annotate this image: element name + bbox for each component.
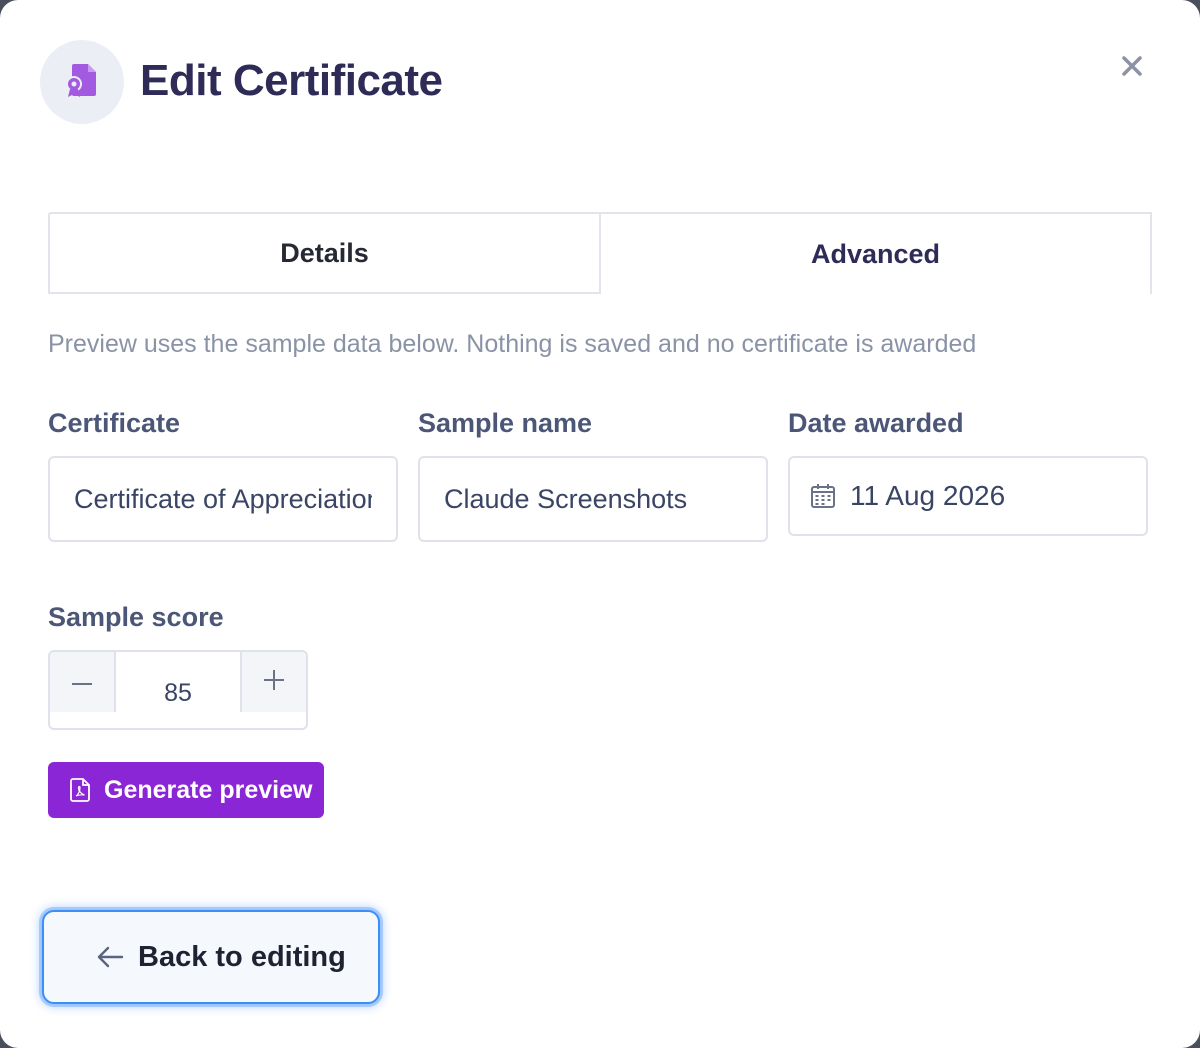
tab-bar: Details Advanced xyxy=(48,212,1152,294)
generate-preview-button[interactable]: Generate preview xyxy=(48,762,324,818)
certificate-input-value: Certificate of Appreciation xyxy=(74,483,372,514)
certificate-input[interactable]: Certificate of Appreciation xyxy=(48,456,398,542)
preview-hint-text: Preview uses the sample data below. Noth… xyxy=(48,330,977,358)
sample-name-input-value: Claude Screenshots xyxy=(444,483,688,514)
date-awarded-value: 11 Aug 2026 xyxy=(850,480,1006,511)
date-awarded-input[interactable]: 11 Aug 2026 xyxy=(788,456,1148,536)
edit-certificate-dialog: Edit Certificate Details Advanced Previe… xyxy=(0,0,1200,1048)
decrement-button[interactable] xyxy=(50,652,116,712)
pdf-file-icon xyxy=(70,778,90,802)
sample-name-input[interactable]: Claude Screenshots xyxy=(418,456,768,542)
date-awarded-label: Date awarded xyxy=(788,408,964,438)
sample-score-label: Sample score xyxy=(48,602,224,632)
sample-name-label: Sample name xyxy=(418,408,593,438)
close-button[interactable] xyxy=(1114,50,1150,86)
sample-score-stepper: 85 xyxy=(48,650,308,730)
tab-details[interactable]: Details xyxy=(48,212,601,294)
increment-button[interactable] xyxy=(240,652,306,712)
back-to-editing-button[interactable]: Back to editing xyxy=(42,910,380,1004)
minus-icon xyxy=(71,673,93,691)
close-icon xyxy=(1121,55,1143,82)
score-value[interactable]: 85 xyxy=(116,652,240,728)
arrow-left-icon xyxy=(96,945,124,969)
tab-advanced[interactable]: Advanced xyxy=(601,212,1152,294)
back-to-editing-label: Back to editing xyxy=(138,940,346,973)
calendar-icon xyxy=(810,483,836,509)
dialog-title: Edit Certificate xyxy=(140,56,443,105)
certificate-icon xyxy=(62,60,102,105)
plus-icon xyxy=(263,669,285,696)
generate-preview-label: Generate preview xyxy=(104,775,313,804)
certificate-label: Certificate xyxy=(48,408,181,438)
header-icon-badge xyxy=(40,40,124,124)
